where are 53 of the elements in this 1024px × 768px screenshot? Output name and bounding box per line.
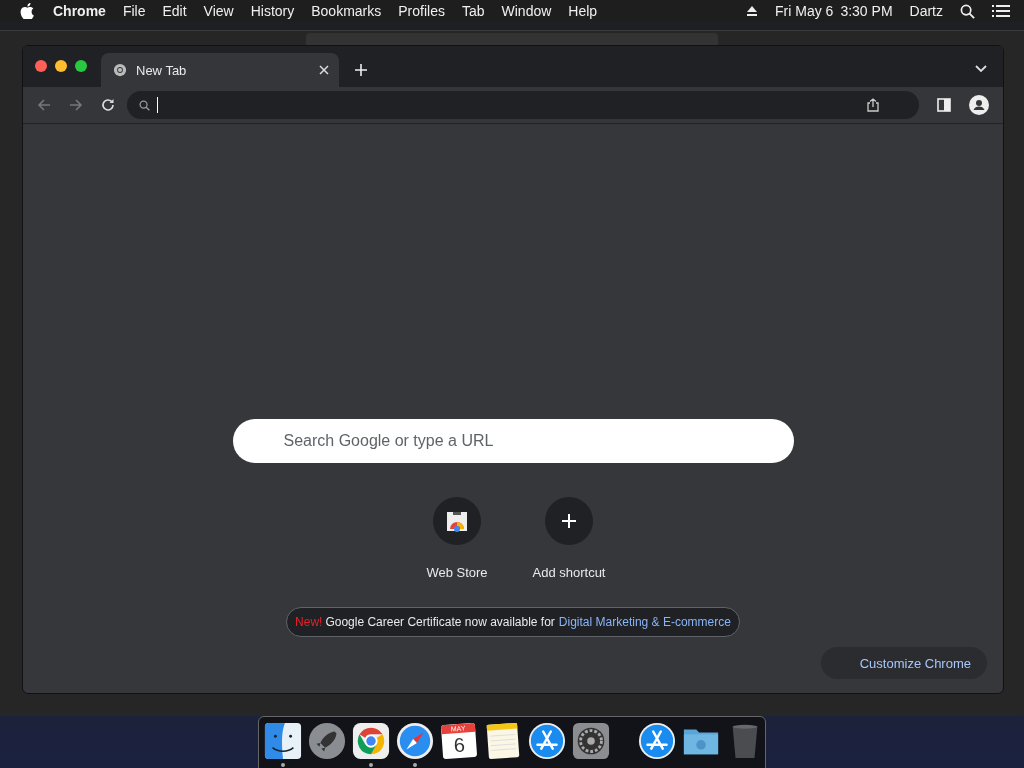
customize-chrome-button[interactable]: Customize Chrome xyxy=(821,647,987,679)
menu-item[interactable]: History xyxy=(250,3,295,19)
gear-icon[interactable] xyxy=(572,722,610,760)
shortcut-tile[interactable] xyxy=(433,497,481,545)
chevron-down-icon[interactable] xyxy=(975,65,987,73)
menu-item[interactable]: Window xyxy=(501,3,552,19)
chrome-logo-icon[interactable] xyxy=(352,722,390,760)
notepad-icon[interactable] xyxy=(484,722,522,760)
add-icon xyxy=(562,514,576,528)
profile-icon[interactable] xyxy=(969,95,989,115)
chrome-logo-icon xyxy=(113,63,127,77)
search-field[interactable]: Search Google or type a URL xyxy=(232,419,794,463)
zoom-button[interactable] xyxy=(75,60,87,72)
shortcut-label[interactable]: Web Store xyxy=(426,565,488,580)
list-icon[interactable] xyxy=(992,4,1010,18)
new-label: New! xyxy=(295,615,323,629)
menu-item[interactable]: Profiles xyxy=(398,3,445,19)
menu-item[interactable]: Bookmarks xyxy=(311,3,382,19)
shortcut-tile[interactable] xyxy=(545,497,593,545)
address-field[interactable] xyxy=(306,33,718,45)
close-icon[interactable] xyxy=(319,65,329,75)
apple-logo-icon[interactable] xyxy=(20,3,34,19)
menu-time[interactable]: 3:30 PM xyxy=(840,3,893,19)
menu-date[interactable]: Fri May 6 xyxy=(775,3,834,19)
rocket-icon[interactable] xyxy=(308,722,346,760)
menu-item[interactable]: Help xyxy=(568,3,598,19)
compass-icon[interactable] xyxy=(396,722,434,760)
menu-item[interactable]: Edit xyxy=(162,3,187,19)
menu-item[interactable]: Tab xyxy=(461,3,485,19)
app-store-icon[interactable] xyxy=(638,722,676,760)
minimize-button[interactable] xyxy=(55,60,67,72)
menu-item[interactable]: File xyxy=(122,3,146,19)
close-button[interactable] xyxy=(35,60,47,72)
promo-link[interactable]: Digital Marketing & E-commerce xyxy=(558,615,731,629)
add-icon[interactable] xyxy=(355,64,367,76)
browser-tab[interactable]: New Tab xyxy=(101,53,339,87)
finder-icon[interactable] xyxy=(264,722,302,760)
side-panel-icon[interactable] xyxy=(937,98,951,112)
search-icon xyxy=(139,99,150,111)
shortcut-label[interactable]: Add shortcut xyxy=(532,565,606,580)
share-icon[interactable] xyxy=(867,98,879,112)
search-icon[interactable] xyxy=(960,3,975,19)
promo-text: Google Career Certificate now available for xyxy=(325,615,555,629)
menu-item[interactable]: View xyxy=(203,3,234,19)
text-cursor xyxy=(157,97,158,113)
back-icon[interactable] xyxy=(37,98,51,112)
menu-user[interactable]: Dartz xyxy=(909,3,943,19)
eject-icon[interactable] xyxy=(746,5,759,17)
app-store-icon[interactable] xyxy=(528,722,566,760)
menu-app-name[interactable]: Chrome xyxy=(53,3,106,19)
forward-icon[interactable] xyxy=(69,98,83,112)
web-store-icon xyxy=(445,509,469,533)
reload-icon[interactable] xyxy=(101,98,115,112)
